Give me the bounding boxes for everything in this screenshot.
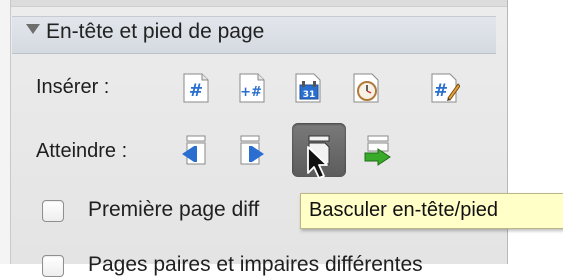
section-title: En-tête et pied de page [46,20,265,43]
insert-label: Insérer : [36,76,110,98]
previous-section-icon[interactable] [178,134,210,166]
mouse-pointer-icon [306,145,330,181]
tooltip-text: Basculer en-tête/pied [309,199,499,221]
odd-even-different-checkbox[interactable] [42,255,64,277]
svg-text:#: # [189,81,203,101]
odd-even-different-label: Pages paires et impaires différentes [88,253,423,276]
goto-label: Atteindre : [36,140,128,162]
link-to-previous-icon[interactable] [362,134,394,166]
svg-text:#: # [434,81,448,101]
next-section-icon[interactable] [236,134,268,166]
page-count-icon[interactable]: +# [236,72,268,104]
edit-field-icon[interactable]: # [428,72,461,104]
svg-text:31: 31 [303,90,316,100]
disclosure-triangle-icon[interactable] [26,24,40,34]
svg-text:+#: +# [240,85,262,100]
date-icon[interactable]: 31 [292,72,324,104]
tooltip: Basculer en-tête/pied [300,193,563,229]
first-page-different-checkbox[interactable] [42,200,64,222]
time-icon[interactable] [350,72,382,104]
palette-top-edge [11,0,507,7]
page-number-icon[interactable]: # [180,72,212,104]
first-page-different-label: Première page diff [88,198,260,221]
